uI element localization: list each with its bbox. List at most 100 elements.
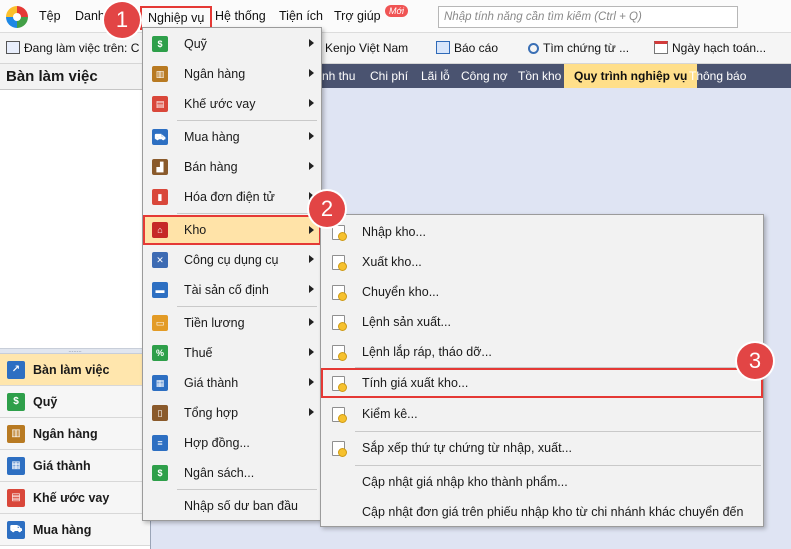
dd-ngan-sach[interactable]: $ Ngân sách... — [143, 459, 321, 487]
nav-quy[interactable]: $ Quỹ — [0, 386, 150, 418]
dd-label: Ngân hàng — [184, 67, 246, 81]
dd-label: Hợp đồng... — [184, 436, 250, 450]
dd-hoa-don-dien-tu[interactable]: ▮ Hóa đơn điện tử — [143, 183, 321, 211]
tab-ton-kho[interactable]: Tồn kho — [518, 64, 561, 88]
working-on-text: Đang làm việc trên: C — [24, 41, 140, 55]
chevron-right-icon — [309, 132, 314, 140]
dd-tien-luong[interactable]: ▭ Tiền lương — [143, 309, 321, 337]
menu-he-thong[interactable]: Hệ thống — [215, 9, 266, 23]
sub-label: Kiểm kê... — [362, 407, 418, 421]
nav-label: Giá thành — [33, 459, 91, 473]
tab-thong-bao[interactable]: Thông báo — [689, 64, 746, 88]
dd-ngan-hang[interactable]: ▥ Ngân hàng — [143, 60, 321, 88]
report-button[interactable]: Báo cáo — [436, 41, 498, 55]
sub-label: Sắp xếp thứ tự chứng từ nhập, xuất... — [362, 441, 572, 455]
menu-tep[interactable]: Tệp — [39, 9, 61, 23]
cost-icon: ▦ — [7, 457, 25, 475]
chevron-right-icon — [309, 348, 314, 356]
dd-thue[interactable]: % Thuế — [143, 339, 321, 367]
dd-mua-hang[interactable]: ⛟ Mua hàng — [143, 123, 321, 151]
chevron-right-icon — [309, 318, 314, 326]
sub-sap-xep-thu-tu[interactable]: Sắp xếp thứ tự chứng từ nhập, xuất... — [321, 433, 763, 463]
kho-submenu: Nhập kho... Xuất kho... Chuyển kho... Lệ… — [320, 214, 764, 527]
sub-label: Chuyển kho... — [362, 285, 440, 299]
dd-gia-thanh[interactable]: ▦ Giá thành — [143, 369, 321, 397]
sub-xuat-kho[interactable]: Xuất kho... — [321, 247, 763, 277]
nav-label: Bàn làm việc — [33, 363, 110, 377]
tax-icon: % — [152, 345, 168, 361]
tab-chi-phi[interactable]: Chi phí — [370, 64, 408, 88]
sub-cap-nhat-gia-thanh-pham[interactable]: Cập nhật giá nhập kho thành phẩm... — [321, 467, 763, 497]
dd-nhap-so-du-ban-dau[interactable]: Nhập số dư ban đầu — [143, 492, 321, 520]
sub-label: Lệnh sản xuất... — [362, 315, 451, 329]
sub-cap-nhat-don-gia-chi-nhanh[interactable]: Cập nhật đơn giá trên phiếu nhập kho từ … — [321, 497, 763, 527]
loan-icon: ▤ — [152, 96, 168, 112]
tab-doanh-thu[interactable]: nh thu — [322, 64, 355, 88]
sub-kiem-ke[interactable]: Kiểm kê... — [321, 399, 763, 429]
nav-gia-thanh[interactable]: ▦ Giá thành — [0, 450, 150, 482]
report-label: Báo cáo — [454, 41, 499, 55]
warehouse-icon: ⌂ — [152, 222, 168, 238]
tools-icon: ✕ — [152, 252, 168, 268]
menu-tro-giup[interactable]: Trợ giúp — [334, 9, 381, 23]
dd-hop-dong[interactable]: ≡ Hợp đồng... — [143, 429, 321, 457]
dd-separator — [177, 213, 317, 214]
tab-lai-lo[interactable]: Lãi lỗ — [421, 64, 450, 88]
dd-separator — [177, 120, 317, 121]
menu-tien-ich[interactable]: Tiện ích — [279, 9, 323, 23]
sub-lenh-san-xuat[interactable]: Lệnh sản xuất... — [321, 307, 763, 337]
ledger-icon: ▯ — [152, 405, 168, 421]
chevron-right-icon — [309, 39, 314, 47]
report-icon — [436, 41, 450, 54]
nav-label: Ngân hàng — [33, 427, 98, 441]
dd-label: Ngân sách... — [184, 466, 255, 480]
dd-khe-uoc-vay[interactable]: ▤ Khế ước vay — [143, 90, 321, 118]
cost-icon: ▦ — [152, 375, 168, 391]
dd-label: Bán hàng — [184, 160, 238, 174]
dd-ban-hang[interactable]: ▟ Bán hàng — [143, 153, 321, 181]
nav-khe-uoc-vay[interactable]: ▤ Khế ước vay — [0, 482, 150, 514]
tab-quy-trinh-nghiep-vu[interactable]: Quy trình nghiệp vụ — [564, 64, 698, 88]
dd-label: Giá thành — [184, 376, 239, 390]
nav-mua-hang[interactable]: ⛟ Mua hàng — [0, 514, 150, 546]
chevron-right-icon — [309, 378, 314, 386]
dd-separator — [177, 489, 317, 490]
dd-quy[interactable]: $ Quỹ — [143, 30, 321, 58]
menu-danh-muc[interactable]: Danh — [75, 9, 105, 23]
bank-icon: ▥ — [152, 66, 168, 82]
chevron-right-icon — [309, 226, 314, 234]
nav-ban-lam-viec[interactable]: ↗ Bàn làm việc — [0, 354, 150, 386]
app-logo-icon[interactable] — [6, 6, 28, 28]
dd-label: Tiền lương — [184, 316, 245, 330]
dd-tai-san-co-dinh[interactable]: ▬ Tài sản cố định — [143, 276, 321, 304]
left-panel: Bàn làm việc ........ ↗ Bàn làm việc $ Quỹ… — [0, 64, 151, 549]
posting-date-button[interactable]: Ngày hạch toán... — [654, 41, 766, 55]
document-icon — [332, 345, 347, 361]
chevron-right-icon — [309, 408, 314, 416]
dd-label: Thuế — [184, 346, 213, 360]
cash-icon: $ — [152, 36, 168, 52]
document-icon — [332, 315, 347, 331]
dd-cong-cu-dung-cu[interactable]: ✕ Công cụ dụng cụ — [143, 246, 321, 274]
dd-label: Khế ước vay — [184, 97, 256, 111]
sub-tinh-gia-xuat-kho[interactable]: Tính giá xuất kho... — [321, 368, 763, 398]
nav-ngan-hang[interactable]: ▥ Ngân hàng — [0, 418, 150, 450]
document-icon — [332, 255, 347, 271]
find-voucher-button[interactable]: Tìm chứng từ ... — [528, 41, 629, 55]
dd-tong-hop[interactable]: ▯ Tổng hợp — [143, 399, 321, 427]
document-icon — [332, 441, 347, 457]
dd-label: Công cụ dụng cụ — [184, 253, 279, 267]
chevron-right-icon — [309, 69, 314, 77]
search-input[interactable] — [439, 7, 737, 27]
tab-cong-no[interactable]: Công nợ — [461, 64, 508, 88]
shop-icon: ▟ — [152, 159, 168, 175]
sub-label: Lệnh lắp ráp, tháo dỡ... — [362, 345, 492, 359]
sub-chuyen-kho[interactable]: Chuyển kho... — [321, 277, 763, 307]
sub-lenh-lap-rap[interactable]: Lệnh lắp ráp, tháo dỡ... — [321, 337, 763, 367]
dd-label: Tài sản cố định — [184, 283, 269, 297]
sub-nhap-kho[interactable]: Nhập kho... — [321, 217, 763, 247]
company-name[interactable]: Kenjo Việt Nam — [325, 41, 408, 55]
dd-kho[interactable]: ⌂ Kho — [143, 215, 321, 245]
dd-label: Mua hàng — [184, 130, 240, 144]
search-icon — [528, 43, 539, 54]
